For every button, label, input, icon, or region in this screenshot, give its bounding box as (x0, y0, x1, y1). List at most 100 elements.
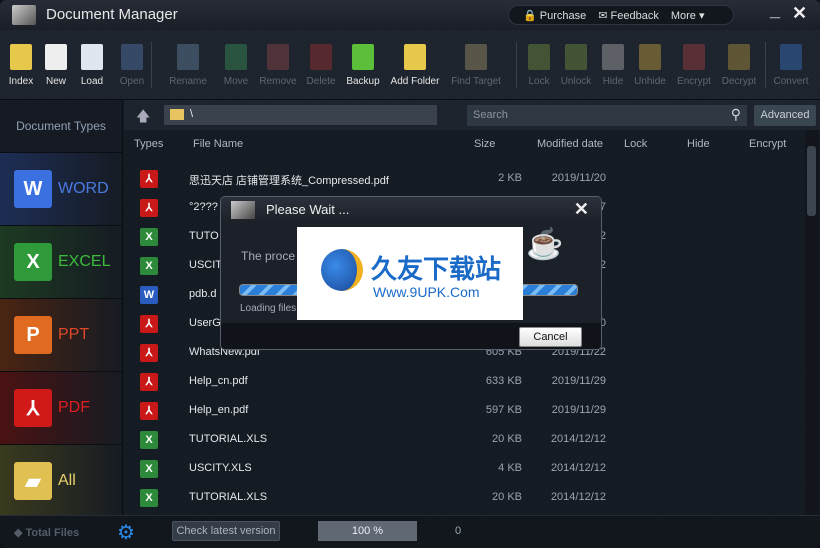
status-count: 0 (455, 525, 462, 537)
vertical-scrollbar[interactable] (805, 130, 819, 515)
file-size: 633 KB (485, 375, 522, 387)
toolbar-label: Encrypt (677, 76, 711, 87)
col-size[interactable]: Size (474, 138, 495, 150)
col-lock[interactable]: Lock (624, 138, 647, 150)
sidebar-item-word[interactable]: W WORD (0, 152, 122, 225)
pdf-file-icon: ⅄ (140, 402, 158, 420)
title-bar: Document Manager 🔒 Purchase ✉ Feedback M… (0, 0, 820, 30)
sidebar-item-all[interactable]: ▰ All (0, 444, 122, 517)
cancel-button[interactable]: Cancel (519, 327, 582, 347)
sidebar-item-ppt[interactable]: P PPT (0, 298, 122, 371)
toolbar-add-folder-button[interactable]: Add Folder (390, 44, 440, 87)
toolbar-find-target-button[interactable]: Find Target (451, 44, 501, 87)
feedback-label: Feedback (610, 9, 659, 22)
file-name: TUTO (189, 230, 219, 242)
pdf-file-icon: ⅄ (140, 315, 158, 333)
file-name: Help_en.pdf (189, 404, 249, 416)
file-date: 2019/11/29 (551, 404, 606, 416)
file-name: USCIT (189, 259, 222, 271)
unlock-icon (565, 44, 587, 70)
open-word-icon (121, 44, 143, 70)
watermark-cn: 久友下载站 (371, 255, 502, 285)
dialog-message: The proce (241, 249, 296, 263)
toolbar-label: Add Folder (390, 76, 440, 87)
watermark-globe-icon (321, 249, 363, 291)
file-name: pdb.d (189, 288, 217, 300)
pdf-file-icon: ⅄ (140, 373, 158, 391)
scrollbar-thumb[interactable] (807, 146, 816, 216)
path-text: \ (190, 108, 194, 120)
file-row[interactable]: X TUTORIAL.XLS 20 KB 2014/12/12 (124, 426, 804, 455)
advanced-button[interactable]: Advanced (754, 105, 816, 126)
minimize-button[interactable]: _ (770, 0, 780, 21)
window-title: Document Manager (46, 6, 178, 23)
cloud-icon (602, 44, 624, 70)
file-name: Help_cn.pdf (189, 375, 248, 387)
index-folder-icon (10, 44, 32, 70)
file-row[interactable]: ⅄ 思迅天店 店铺管理系统_Compressed.pdf 2 KB 2019/11/2… (124, 165, 804, 194)
toolbar-decrypt-button[interactable]: Decrypt (714, 44, 764, 87)
doc-file-icon: W (140, 286, 158, 304)
excel-type-icon: X (14, 243, 52, 281)
purchase-label: Purchase (539, 9, 587, 22)
watermark-logo: 久友下载站 Www.9UPK.Com (297, 227, 523, 320)
pdf-file-icon: ⅄ (140, 344, 158, 362)
toolbar-encrypt-button[interactable]: Encrypt (669, 44, 719, 87)
load-document-icon (81, 44, 103, 70)
document-types-sidebar: Document Types W WORD X EXCEL P PPT ⅄ PDF ▰ All (0, 100, 123, 517)
sidebar-item-label: EXCEL (58, 253, 111, 270)
col-hide[interactable]: Hide (687, 138, 710, 150)
xls-file-icon: X (140, 489, 158, 507)
total-files-text: Total Files (25, 527, 80, 539)
settings-gear-icon[interactable]: ⚙ (117, 520, 135, 545)
file-name: TUTORIAL.XLS (189, 491, 268, 503)
file-name: °2??? (189, 201, 218, 213)
decrypt-icon (728, 44, 750, 70)
sidebar-header: Document Types (16, 119, 106, 133)
purchase-link[interactable]: 🔒 Purchase (523, 9, 586, 22)
more-menu[interactable]: More ▾ (671, 9, 705, 22)
file-row[interactable]: ⅄ Help_cn.pdf 633 KB 2019/11/29 (124, 368, 804, 397)
sidebar-item-excel[interactable]: X EXCEL (0, 225, 122, 298)
file-name: UserG (189, 317, 221, 329)
dialog-close-button[interactable]: ✕ (574, 199, 589, 220)
pdf-file-icon: ⅄ (140, 199, 158, 217)
file-size: 597 KB (485, 404, 522, 416)
file-size: 20 KB (492, 433, 522, 445)
rename-icon (177, 44, 199, 70)
toolbar-label: Find Target (451, 76, 501, 87)
toolbar-label: Decrypt (721, 76, 757, 87)
file-row[interactable]: ⅄ Help_en.pdf 597 KB 2019/11/29 (124, 397, 804, 426)
total-files-label: ◆ Total Files (14, 527, 80, 539)
toolbar-rename-button[interactable]: Rename (163, 44, 213, 87)
toolbar-open-button[interactable]: Open (107, 44, 157, 87)
file-size: 2 KB (498, 172, 522, 184)
toolbar-unhide-button[interactable]: Unhide (625, 44, 675, 87)
col-encrypt[interactable]: Encrypt (749, 138, 786, 150)
col-types[interactable]: Types (134, 138, 163, 150)
loading-label: Loading files (240, 303, 297, 314)
up-arrow-icon[interactable]: 🡅 (136, 106, 150, 130)
toolbar-backup-button[interactable]: Backup (338, 44, 388, 87)
col-file-name[interactable]: File Name (193, 138, 243, 150)
toolbar-convert-button[interactable]: Convert (766, 44, 816, 87)
find-target-icon (465, 44, 487, 70)
backup-table-icon (352, 44, 374, 70)
file-row[interactable]: X TUTORIAL.XLS 20 KB 2014/12/12 (124, 484, 804, 513)
feedback-link[interactable]: ✉ Feedback (598, 9, 659, 22)
close-button[interactable]: ✕ (792, 3, 807, 24)
col-modified-date[interactable]: Modified date (537, 138, 603, 150)
sidebar-item-pdf[interactable]: ⅄ PDF (0, 371, 122, 444)
new-document-icon (45, 44, 67, 70)
file-size: 4 KB (498, 462, 522, 474)
check-version-button[interactable]: Check latest version (172, 521, 280, 541)
lock-icon (528, 44, 550, 70)
search-input[interactable]: Search ⚲ (467, 105, 747, 126)
move-icon (225, 44, 247, 70)
search-icon[interactable]: ⚲ (731, 106, 741, 123)
add-folder-icon (404, 44, 426, 70)
xls-file-icon: X (140, 431, 158, 449)
path-field[interactable]: \ (164, 105, 437, 125)
xls-file-icon: X (140, 257, 158, 275)
file-row[interactable]: X USCITY.XLS 4 KB 2014/12/12 (124, 455, 804, 484)
